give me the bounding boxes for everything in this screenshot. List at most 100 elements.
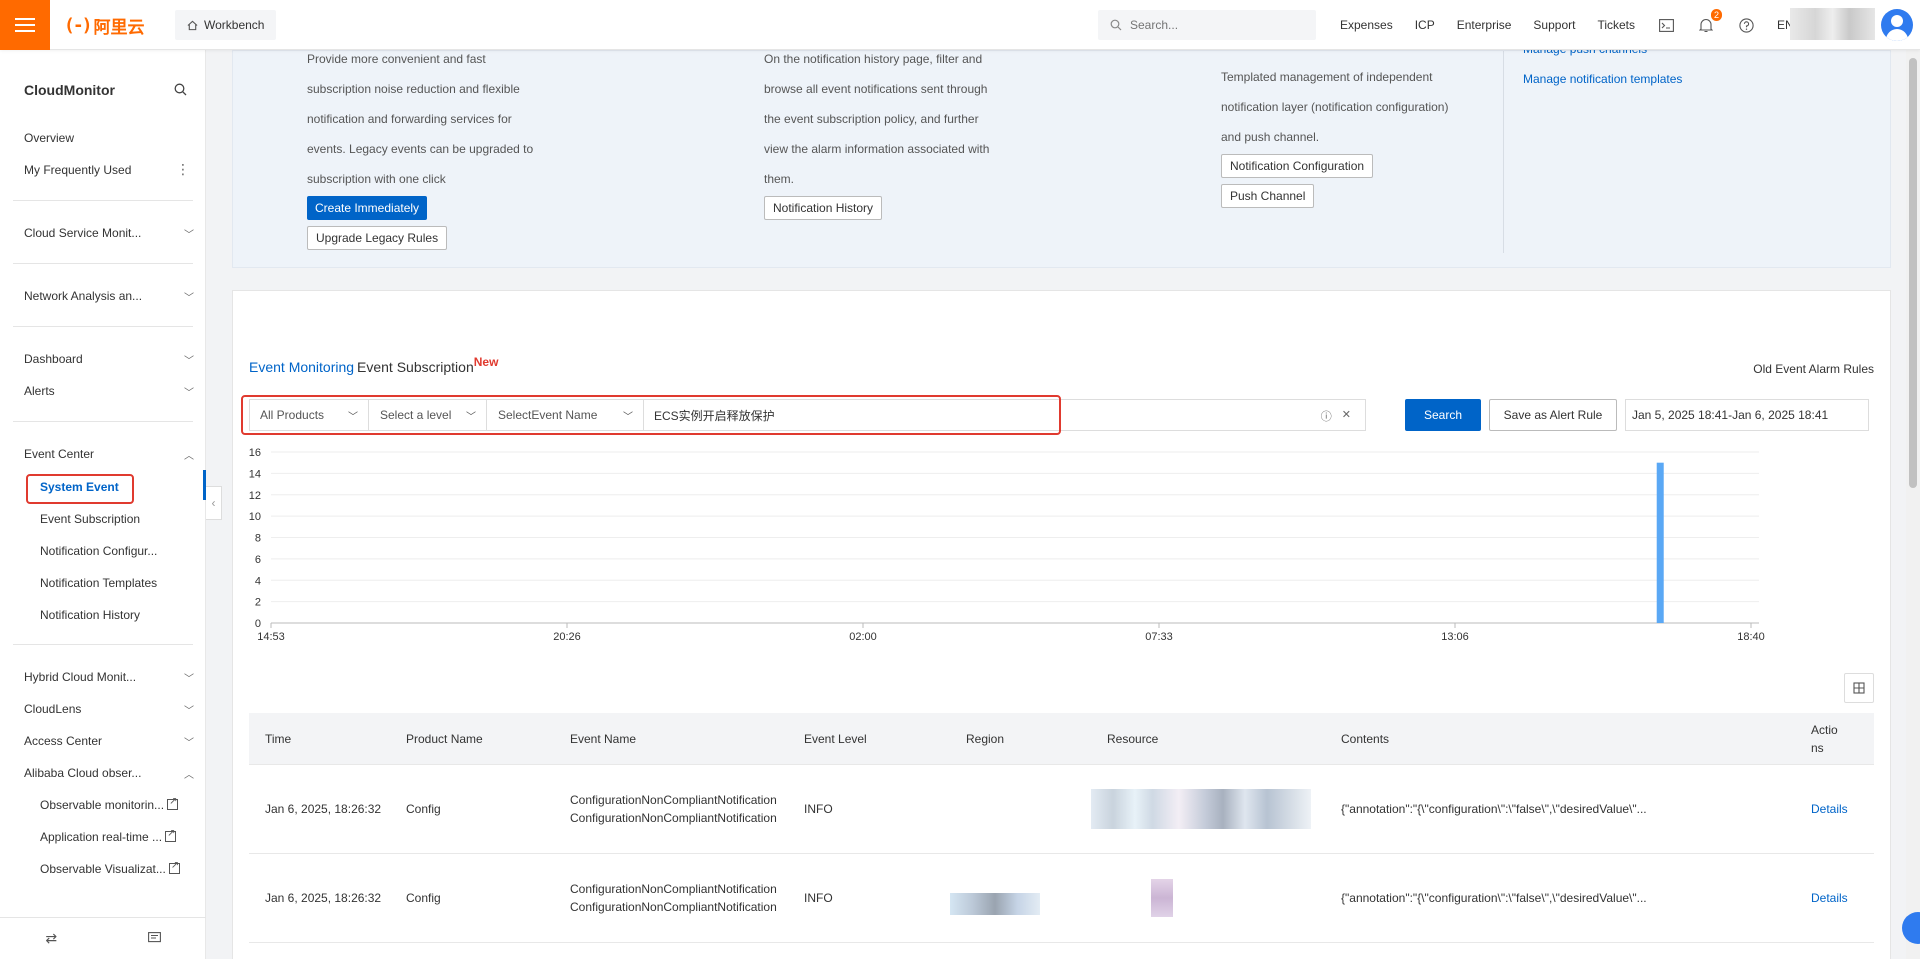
sidebar-item-notification-templates[interactable]: Notification Templates: [40, 576, 157, 590]
header-time: Time: [265, 731, 292, 746]
avatar[interactable]: [1881, 9, 1913, 41]
tab-event-monitoring[interactable]: Event Monitoring: [249, 359, 354, 375]
push-channel-button[interactable]: Push Channel: [1221, 184, 1315, 208]
header-resource: Resource: [1107, 731, 1159, 746]
table-header: Time Product Name Event Name Event Level…: [249, 713, 1874, 765]
sidebar-item-event-center[interactable]: Event Center ︿: [24, 447, 194, 462]
help-icon[interactable]: [1737, 16, 1755, 34]
user-name-redacted[interactable]: [1790, 8, 1875, 40]
search-button[interactable]: Search: [1405, 399, 1481, 431]
sidebar-item-label: Application real-time ...: [40, 830, 163, 844]
sidebar-item-hybrid-cloud[interactable]: Hybrid Cloud Monit... ﹀: [24, 670, 194, 685]
logo[interactable]: (-) 阿里云: [64, 13, 145, 37]
close-icon[interactable]: ✕: [1342, 408, 1351, 424]
upgrade-legacy-rules-button[interactable]: Upgrade Legacy Rules: [307, 226, 448, 250]
sidebar-item-access-center[interactable]: Access Center ﹀: [24, 734, 194, 749]
sidebar-item-overview[interactable]: Overview: [24, 131, 194, 145]
x-tick-label: 20:26: [553, 631, 581, 643]
chevron-down-icon: ﹀: [348, 411, 358, 423]
help-icon[interactable]: ⓘ: [1321, 408, 1332, 424]
global-search[interactable]: [1098, 10, 1316, 40]
divider: [1503, 51, 1504, 253]
cell-time: Jan 6, 2025, 18:26:32: [265, 802, 382, 816]
details-link[interactable]: Details: [1795, 889, 1874, 907]
details-link-label[interactable]: Details: [1811, 891, 1848, 905]
page-scrollbar[interactable]: [1906, 50, 1920, 959]
sidebar-item-cloud-service[interactable]: Cloud Service Monit... ﹀: [24, 226, 194, 241]
sidebar-item-frequent[interactable]: My Frequently Used ⋮: [24, 162, 194, 177]
cell-event-level: INFO: [804, 891, 833, 905]
chevron-down-icon: ﹀: [184, 293, 194, 304]
details-link-label[interactable]: Details: [1811, 802, 1848, 816]
nav-enterprise[interactable]: Enterprise: [1457, 18, 1512, 32]
create-immediately-button[interactable]: Create Immediately: [307, 196, 428, 220]
event-chart: 0 2 4 6 8 10 12 14 16 14:53 20:26 02:00 07:33 13:06 18…: [249, 447, 1765, 643]
divider: [13, 263, 193, 264]
search-icon[interactable]: [174, 83, 187, 96]
column-settings-button[interactable]: [1844, 673, 1874, 703]
event-name-select[interactable]: SelectEvent Name ﹀: [488, 400, 644, 430]
product-select[interactable]: All Products ﹀: [250, 400, 369, 430]
level-select[interactable]: Select a level ﹀: [370, 400, 487, 430]
external-link-icon: [165, 828, 177, 842]
nav-support[interactable]: Support: [1533, 18, 1575, 32]
workbench-button[interactable]: Workbench: [175, 10, 277, 40]
sidebar-item-label: Alibaba Cloud obser...: [24, 766, 142, 780]
notification-configuration-button[interactable]: Notification Configuration: [1221, 154, 1374, 178]
manage-notification-templates-link[interactable]: Manage notification templates: [1523, 72, 1682, 86]
details-link[interactable]: Details: [1795, 800, 1874, 818]
sidebar-item-label: Network Analysis an...: [24, 289, 143, 303]
keyword-field[interactable]: [644, 400, 1362, 430]
y-tick-label: 14: [249, 468, 261, 480]
sidebar-item-application-realtime[interactable]: Application real-time ...: [40, 828, 177, 844]
scrollbar-thumb[interactable]: [1909, 58, 1917, 488]
nav-icp[interactable]: ICP: [1415, 18, 1435, 32]
sidebar-item-notification-history[interactable]: Notification History: [40, 608, 140, 622]
y-tick-label: 12: [249, 490, 261, 502]
bell-icon[interactable]: 2: [1697, 9, 1723, 34]
divider: [13, 644, 193, 645]
terminal-icon[interactable]: [1657, 16, 1675, 34]
more-icon[interactable]: ⋮: [176, 162, 190, 176]
chevron-down-icon: ﹀: [184, 356, 194, 367]
notification-history-button[interactable]: Notification History: [764, 196, 883, 220]
sidebar-item-observable-monitoring[interactable]: Observable monitorin...: [40, 796, 179, 812]
cell-contents: {"annotation":"{\"configuration\":\"fals…: [1341, 802, 1647, 816]
divider: [13, 421, 193, 422]
nav-tickets[interactable]: Tickets: [1597, 18, 1635, 32]
old-event-alarm-rules-link[interactable]: Old Event Alarm Rules: [1753, 362, 1874, 376]
sidebar-item-system-event[interactable]: System Event: [40, 480, 119, 494]
global-search-input[interactable]: [1130, 18, 1290, 32]
sidebar-item-alerts[interactable]: Alerts ﹀: [24, 384, 194, 399]
sidebar-item-label: Event Center: [24, 447, 95, 461]
chevron-down-icon: ﹀: [184, 230, 194, 241]
sidebar-item-notification-config[interactable]: Notification Configur...: [40, 544, 157, 558]
product-select-value: All Products: [260, 408, 325, 422]
sidebar-item-label: Observable monitorin...: [40, 798, 165, 812]
sidebar-item-label: Alerts: [24, 384, 55, 398]
redacted-resource: [1091, 789, 1311, 829]
switch-icon[interactable]: ⇄: [45, 930, 57, 947]
top-nav: Expenses ICP Enterprise Support Tickets …: [1340, 0, 1794, 50]
tab-event-subscription[interactable]: Event SubscriptionNew: [357, 355, 498, 375]
intro-text: subscription with one click: [307, 172, 446, 186]
feedback-icon[interactable]: [147, 931, 161, 947]
sidebar-item-cloudlens[interactable]: CloudLens ﹀: [24, 702, 194, 717]
date-range-picker[interactable]: Jan 5, 2025 18:41-Jan 6, 2025 18:41: [1625, 399, 1869, 431]
chevron-down-icon: ﹀: [184, 738, 194, 749]
sidebar-item-network[interactable]: Network Analysis an... ﹀: [24, 289, 194, 304]
keyword-input[interactable]: [654, 408, 1214, 422]
sidebar-item-observable-visualization[interactable]: Observable Visualizat...: [40, 860, 180, 876]
sidebar-item-dashboard[interactable]: Dashboard ﹀: [24, 352, 194, 367]
cell-product: Config: [406, 891, 441, 905]
x-tick-label: 07:33: [1145, 631, 1173, 643]
sidebar-item-observability[interactable]: Alibaba Cloud obser... ︿: [24, 766, 194, 781]
table-row: Jan 6, 2025, 18:26:32 Config Configurati…: [249, 765, 1874, 854]
external-link-icon: [167, 796, 179, 810]
save-as-alert-rule-button[interactable]: Save as Alert Rule: [1489, 399, 1617, 431]
sidebar: CloudMonitor Overview My Frequently Used…: [0, 50, 206, 959]
divider: [13, 326, 193, 327]
menu-icon[interactable]: [0, 0, 50, 50]
nav-expenses[interactable]: Expenses: [1340, 18, 1393, 32]
sidebar-item-event-subscription[interactable]: Event Subscription: [40, 512, 140, 526]
